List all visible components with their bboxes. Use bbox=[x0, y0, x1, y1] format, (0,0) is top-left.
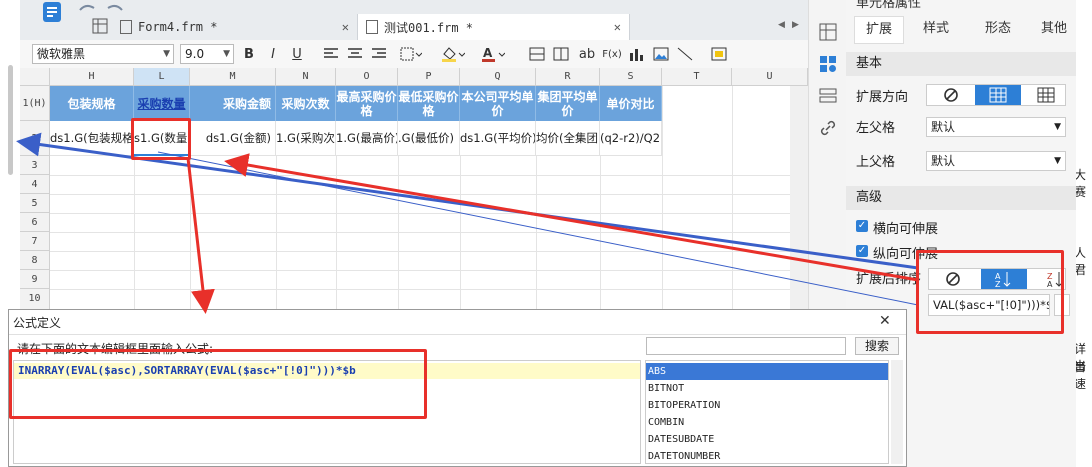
highlight-box-cell bbox=[131, 118, 191, 160]
red-arrow bbox=[224, 153, 919, 282]
blue-thin-line bbox=[157, 151, 919, 306]
highlight-box-formula bbox=[9, 349, 427, 419]
blue-arrow bbox=[16, 132, 919, 270]
red-arrow-down bbox=[186, 157, 215, 314]
highlight-box-sort bbox=[916, 250, 1064, 334]
